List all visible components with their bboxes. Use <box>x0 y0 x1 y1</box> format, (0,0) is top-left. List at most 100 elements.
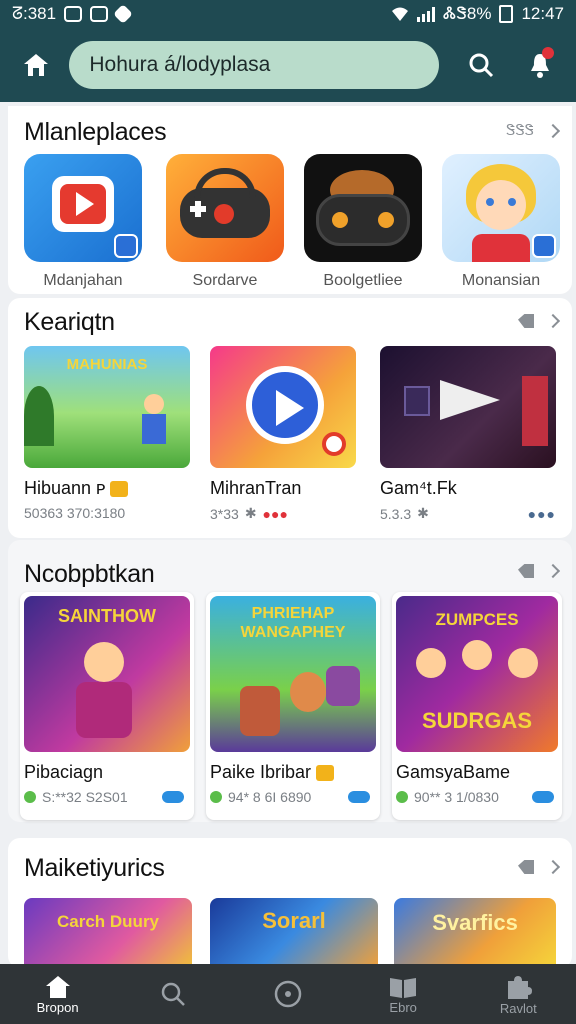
rating-icon <box>210 791 222 803</box>
download-icon[interactable] <box>532 791 554 803</box>
thumbnail-text: PHRIEHAP WANGAPHEY <box>240 605 346 641</box>
tile-subtitle: 94* 8 6I 6890 <box>228 789 312 805</box>
search-button[interactable] <box>463 47 498 83</box>
star-icon: ✱ <box>244 505 257 521</box>
chevron-right-icon <box>545 123 561 138</box>
chevron-right-icon <box>545 563 561 579</box>
app-name: Monansian <box>461 272 541 289</box>
maiketiyurics-section: Maiketiyurics Carch Duury Sorarl Svarfic… <box>8 838 572 968</box>
more-dots-icon[interactable]: ●●● <box>528 506 556 522</box>
tile-title: Pibaciagn <box>24 762 104 782</box>
tile-subtitle: 90** 3 1/0830 <box>414 789 499 805</box>
chevron-right-icon <box>545 313 561 329</box>
section-title: Mlanleplaces <box>24 118 167 146</box>
thumbnail[interactable]: Sorarl <box>210 898 378 968</box>
nocobtkan-section: Ncobpbtkan SAINTHOW Pibaciagn S:**32 S2S… <box>8 540 572 822</box>
thumbnail <box>380 346 556 468</box>
nav-item-search[interactable] <box>133 964 213 1024</box>
gear-icon: ✱ <box>417 505 429 521</box>
app-tile[interactable]: Sordarve <box>166 154 284 290</box>
nav-item-home[interactable]: Bropon <box>18 964 98 1024</box>
message-icon <box>64 6 83 22</box>
thumbnail-text: Carch Duury <box>56 912 160 931</box>
nav-label: Ravlot <box>499 1000 537 1016</box>
home-icon <box>45 975 70 998</box>
tile-title: Paike Ibribar <box>210 762 312 782</box>
game-card[interactable]: ZUMPCES SUDRGAS GamsyaBame 90** 3 1/0830 <box>392 592 562 820</box>
nav-label: Ebro <box>389 999 417 1015</box>
see-more-button[interactable]: ᏕᏕᏕ <box>506 122 561 139</box>
thumbnail-text: Sorarl <box>262 908 326 933</box>
tag-icon <box>518 860 534 874</box>
thumbnail: ZUMPCES SUDRGAS <box>396 596 558 752</box>
search-input[interactable]: Hohura á/lodyplasa <box>69 41 440 89</box>
tile-title: Hibuann ᴘ <box>24 478 106 498</box>
badge-icon <box>316 765 335 782</box>
section-title: Keariqtn <box>24 308 115 336</box>
cartoon-girl-icon <box>442 154 560 262</box>
app-name: Boolgetliee <box>323 272 403 289</box>
rating-icon <box>24 791 36 803</box>
book-icon <box>390 977 417 998</box>
wifi-icon <box>392 7 409 21</box>
app-bar: Hohura á/lodyplasa <box>0 28 576 102</box>
app-tile[interactable]: Mdanjahan <box>24 154 142 290</box>
search-text: Hohura á/lodyplasa <box>89 53 271 76</box>
app-name: Mdanjahan <box>43 272 123 289</box>
tag-icon <box>518 314 534 328</box>
media-tile[interactable]: MihranTran 3*33 ✱ ●●● <box>210 346 356 522</box>
bottom-navigation: Bropon Ebro Ravlot <box>0 964 576 1024</box>
thumbnail[interactable]: Carch Duury <box>24 898 192 968</box>
see-more-button[interactable] <box>518 563 561 579</box>
thumbnail <box>210 346 356 468</box>
status-bar: ᘔ:381 ᏜᏕ8% 12:47 <box>0 0 576 28</box>
tile-title: GamsyaBame <box>396 762 511 782</box>
thumbnail-text: SUDRGAS <box>421 708 532 733</box>
game-card[interactable]: SAINTHOW Pibaciagn S:**32 S2S01 <box>20 592 194 820</box>
app-badge-icon <box>532 234 556 258</box>
marketplaces-section: Mlanleplaces ᏕᏕᏕ Mdanjahan Sordarve Bool… <box>8 106 572 294</box>
section-title: Ncobpbtkan <box>24 560 155 588</box>
download-icon[interactable] <box>162 791 184 803</box>
battery-icon <box>499 5 514 23</box>
tile-subtitle: S:**32 S2S01 <box>42 789 128 805</box>
video-play-icon <box>24 154 142 262</box>
controller-icon <box>304 154 422 262</box>
notifications-button[interactable] <box>523 47 558 83</box>
status-time: 12:47 <box>521 4 564 23</box>
media-tile[interactable]: Gam⁴t.Fk 5.3.3 ✱ ●●● <box>380 346 556 522</box>
download-icon[interactable] <box>348 791 370 803</box>
see-more-button[interactable] <box>518 313 561 329</box>
thumbnail: MAHUNIAS <box>24 346 190 468</box>
more-dots-icon[interactable]: ●●● <box>263 506 288 522</box>
thumbnail: SAINTHOW <box>24 596 190 752</box>
thumbnail[interactable]: Svarfics <box>394 898 556 968</box>
thumbnail: PHRIEHAP WANGAPHEY <box>210 596 376 752</box>
gamepad-icon <box>166 154 284 262</box>
notification-badge <box>541 47 554 59</box>
app-tile[interactable]: Boolgetliee <box>304 154 422 290</box>
app-tile[interactable]: Monansian <box>442 154 560 290</box>
rating-icon <box>396 791 408 803</box>
nav-item-explore[interactable] <box>248 964 328 1024</box>
see-more-button[interactable] <box>518 859 561 875</box>
see-more-label: ᏕᏕᏕ <box>506 122 534 139</box>
game-card[interactable]: PHRIEHAP WANGAPHEY Paike Ibribar 94* 8 6… <box>206 592 380 820</box>
nav-item-games[interactable]: Ravlot <box>478 964 558 1024</box>
tile-subtitle: 50363 370:3180 <box>24 505 126 521</box>
search-icon <box>469 53 493 78</box>
media-tile[interactable]: MAHUNIAS Hibuann ᴘ 50363 370:3180 <box>24 346 190 521</box>
nav-item-library[interactable]: Ebro <box>363 964 443 1024</box>
badge-icon <box>110 481 129 498</box>
thumbnail-text: MAHUNIAS <box>66 356 148 373</box>
home-button[interactable] <box>18 47 53 83</box>
tile-subtitle: 3*33 <box>210 505 239 522</box>
thumbnail-text: SAINTHOW <box>58 606 156 626</box>
status-left-text: ᘔ:381 <box>12 4 57 23</box>
tile-title: Gam⁴t.Fk <box>380 478 457 498</box>
game-notification-icon <box>113 4 133 24</box>
keariqtn-section: Keariqtn MAHUNIAS Hibuann ᴘ 50363 370:31… <box>8 298 572 538</box>
app-name: Sordarve <box>192 272 258 289</box>
tag-icon <box>518 564 534 578</box>
tile-title: MihranTran <box>210 478 302 498</box>
